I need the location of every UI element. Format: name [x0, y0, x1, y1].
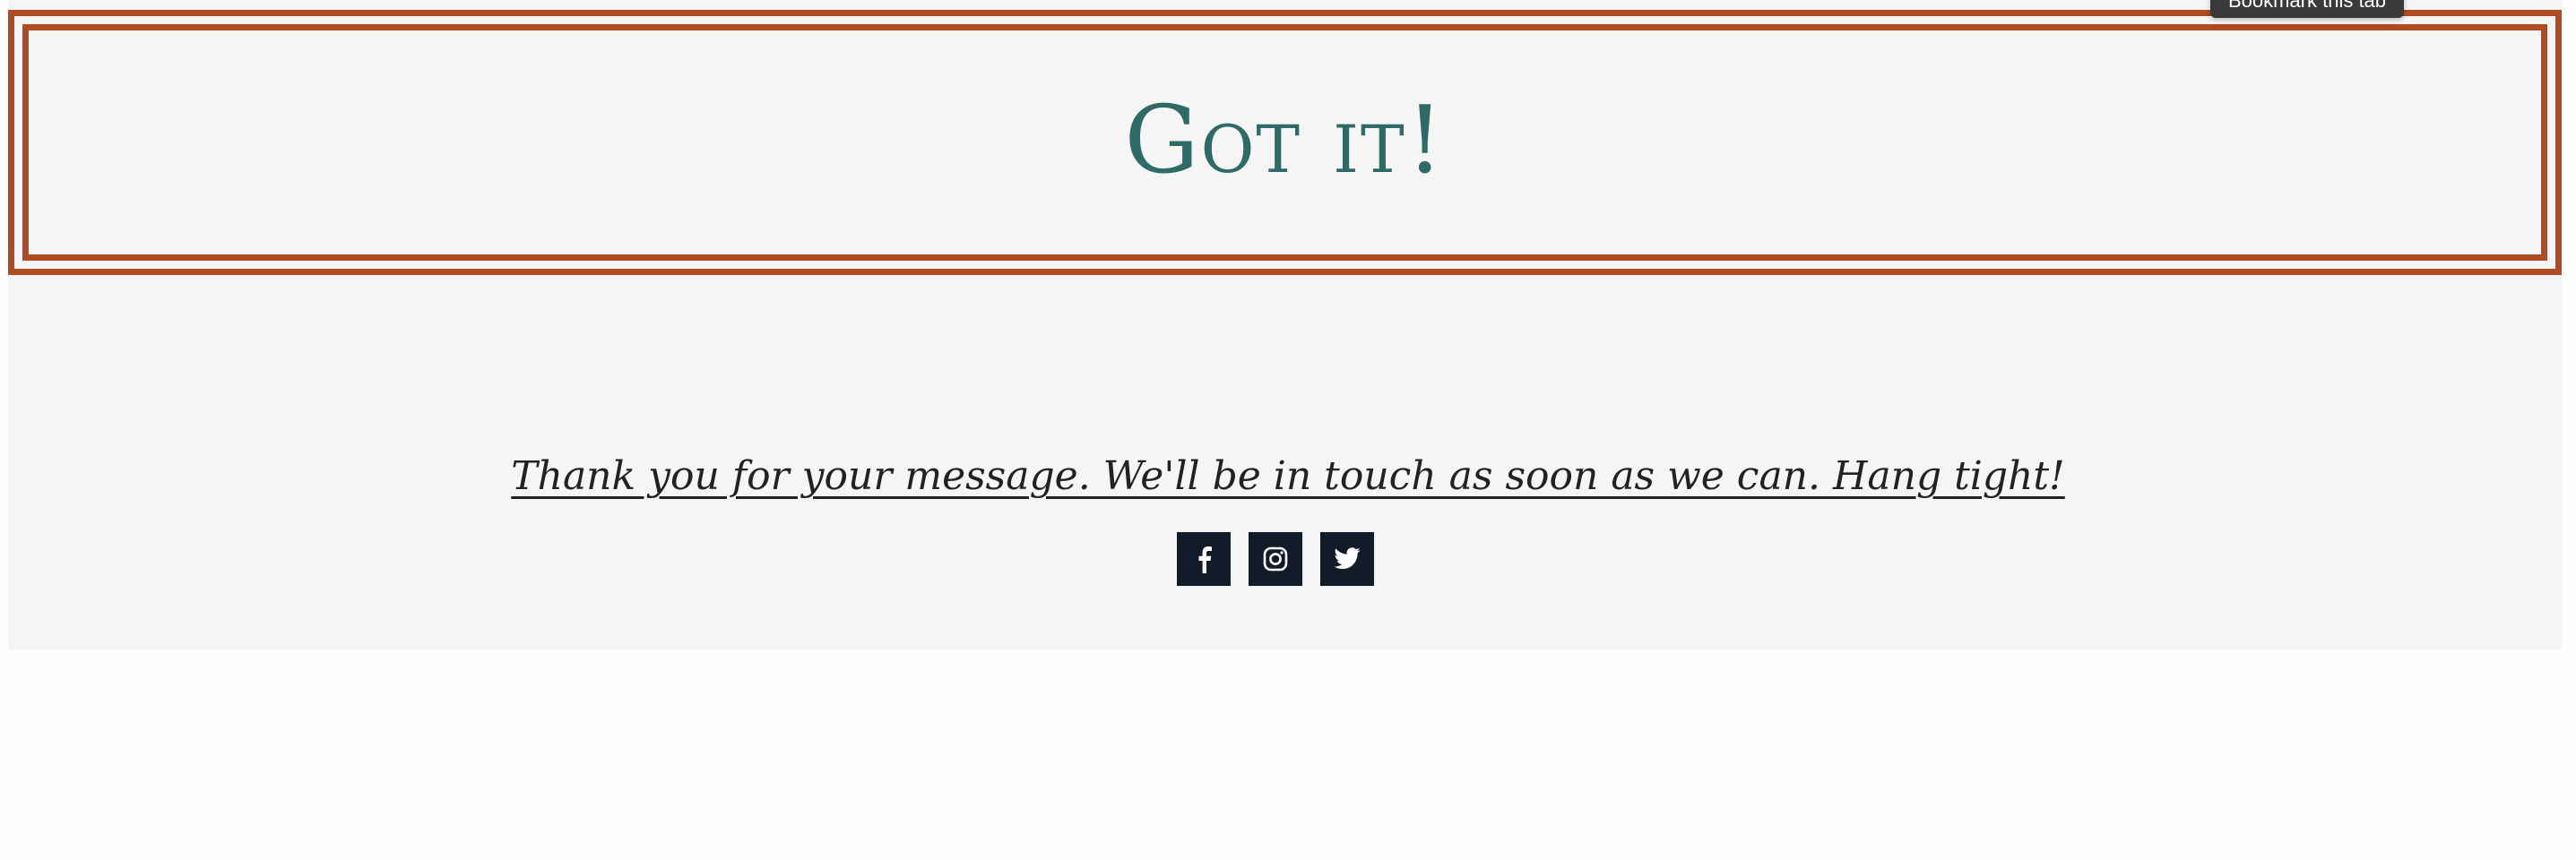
bookmark-tooltip: Bookmark this tab — [2210, 0, 2404, 18]
facebook-icon — [1198, 546, 1212, 573]
tooltip-text: Bookmark this tab — [2227, 0, 2387, 12]
page: Got it! Bookmark this tab Thank you for … — [0, 0, 2576, 860]
facebook-button[interactable] — [1177, 532, 1231, 586]
header-frame-inner: Got it! — [22, 24, 2547, 261]
page-title: Got it! — [1124, 85, 1446, 194]
twitter-icon — [1334, 547, 1361, 570]
twitter-button[interactable] — [1320, 532, 1374, 586]
header-frame: Got it! — [8, 10, 2562, 275]
instagram-button[interactable] — [1249, 532, 1302, 586]
instagram-icon — [1263, 546, 1288, 572]
thank-you-message: Thank you for your message. We'll be in … — [511, 453, 2065, 499]
social-links — [1177, 532, 1374, 586]
